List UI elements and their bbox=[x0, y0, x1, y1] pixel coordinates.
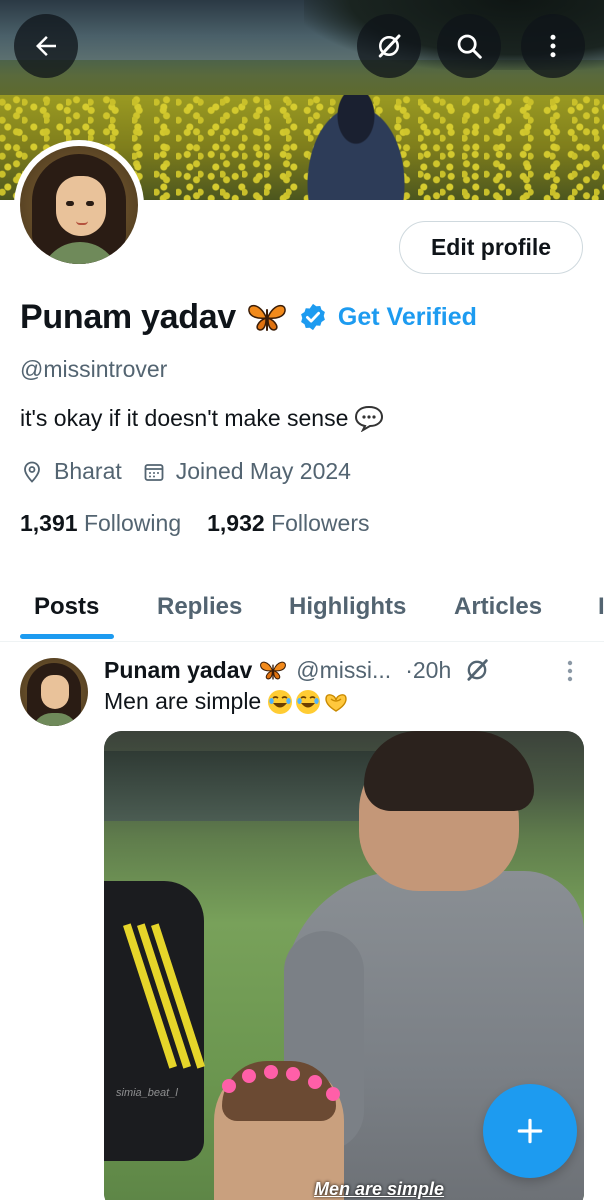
profile-name: Punam yadav bbox=[20, 297, 236, 336]
post-author-handle: @missi... bbox=[296, 656, 392, 683]
profile-bio: it's okay if it doesn't make sense bbox=[20, 404, 384, 432]
joy-emoji-icon bbox=[268, 689, 293, 714]
calendar-icon bbox=[144, 463, 164, 481]
arrow-left-icon bbox=[36, 36, 56, 56]
profile-location: Bharat bbox=[54, 458, 122, 484]
following-link[interactable]: 1,391 Following bbox=[20, 510, 181, 537]
location-icon bbox=[24, 461, 40, 483]
post-text: Men are simple bbox=[104, 688, 349, 715]
followers-count: 1,932 bbox=[207, 510, 265, 536]
bio-text: it's okay if it doesn't make sense bbox=[20, 404, 349, 431]
edit-profile-button[interactable]: Edit profile bbox=[399, 221, 583, 274]
more-vertical-icon bbox=[550, 34, 556, 58]
avatar-image bbox=[20, 146, 138, 264]
profile-joined-date: Joined May 2024 bbox=[175, 458, 351, 484]
tab-replies[interactable]: Replies bbox=[157, 572, 242, 642]
butterfly-emoji-icon bbox=[260, 661, 287, 680]
media-caption: Men are simple bbox=[314, 1179, 445, 1199]
profile-handle: @missintrover bbox=[20, 356, 168, 382]
post-author-name[interactable]: Punam yadav bbox=[104, 657, 252, 684]
joy-emoji-icon bbox=[296, 689, 321, 714]
tab-more[interactable]: I bbox=[598, 572, 604, 642]
plus-icon bbox=[517, 1118, 543, 1144]
followers-link[interactable]: 1,932 Followers bbox=[207, 510, 369, 537]
grok-icon[interactable] bbox=[463, 656, 491, 684]
back-button[interactable] bbox=[14, 14, 78, 78]
post-author-avatar[interactable] bbox=[20, 658, 88, 726]
followers-label: Followers bbox=[271, 510, 370, 536]
get-verified-link[interactable]: Get Verified bbox=[338, 303, 477, 332]
profile-meta: Bharat Joined May 2024 bbox=[20, 458, 351, 485]
profile-name-row: Punam yadav Get Verified bbox=[20, 294, 477, 340]
speech-balloon-icon bbox=[355, 405, 384, 432]
heart-hands-emoji-icon bbox=[325, 693, 347, 712]
grok-icon bbox=[378, 34, 401, 58]
verified-badge-icon bbox=[301, 303, 325, 331]
following-label: Following bbox=[83, 510, 182, 536]
post-timestamp[interactable]: ·20h bbox=[405, 657, 451, 684]
search-button[interactable] bbox=[437, 14, 501, 78]
post-more-icon[interactable] bbox=[560, 658, 580, 684]
post-body: Men are simple bbox=[104, 688, 262, 714]
tab-articles[interactable]: Articles bbox=[454, 572, 542, 642]
tab-highlights[interactable]: Highlights bbox=[289, 572, 406, 642]
search-icon bbox=[457, 34, 482, 59]
active-tab-indicator bbox=[20, 634, 114, 639]
post-header: Punam yadav @missi... ·20h bbox=[104, 654, 491, 686]
banner-person bbox=[300, 95, 412, 200]
butterfly-emoji-icon bbox=[248, 304, 286, 331]
compose-post-button[interactable] bbox=[483, 1084, 577, 1178]
more-button[interactable] bbox=[521, 14, 585, 78]
tab-posts[interactable]: Posts bbox=[34, 572, 99, 642]
grok-button[interactable] bbox=[357, 14, 421, 78]
profile-tabs: Posts Replies Highlights Articles I bbox=[0, 572, 604, 642]
media-watermark: simia_beat_l bbox=[116, 1087, 178, 1099]
profile-follow-stats: 1,391 Following 1,932 Followers bbox=[20, 510, 369, 537]
following-count: 1,391 bbox=[20, 510, 78, 536]
profile-avatar[interactable] bbox=[14, 140, 144, 270]
